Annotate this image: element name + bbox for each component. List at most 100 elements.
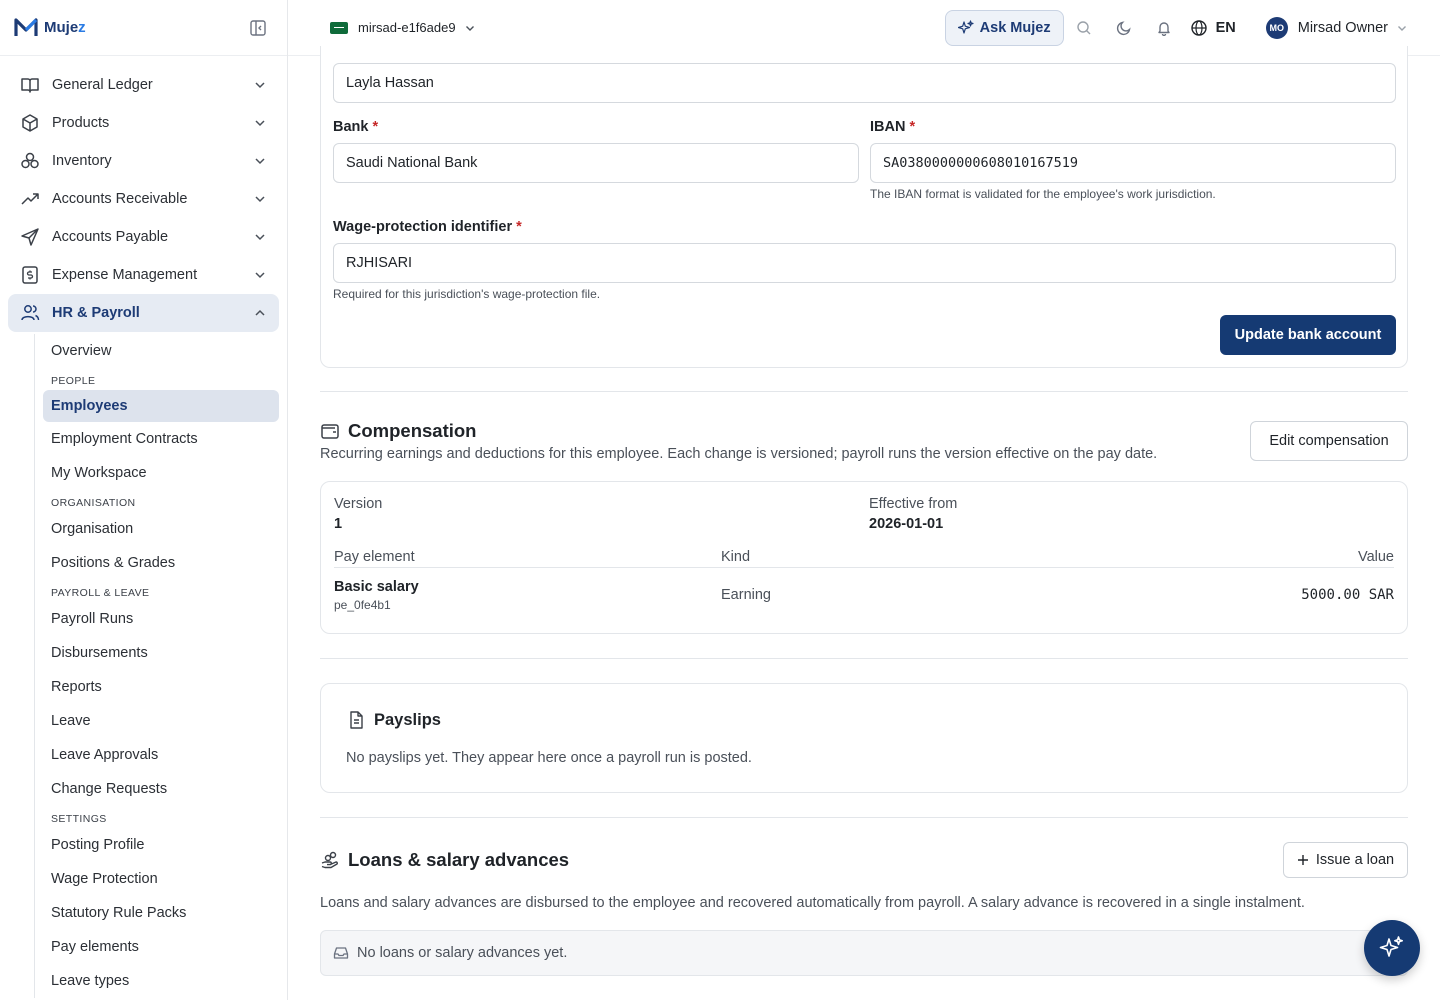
wps-hint: Required for this jurisdiction's wage-pr… xyxy=(333,287,601,301)
sidebar-nav: General Ledger Products Inventory Accoun… xyxy=(0,56,287,1000)
bank-field[interactable]: Saudi National Bank xyxy=(333,143,859,183)
chevron-down-icon xyxy=(253,230,267,244)
sidebar-item-employees[interactable]: Employees xyxy=(43,390,279,422)
payslips-title: Payslips xyxy=(346,710,441,730)
pay-element-kind: Earning xyxy=(721,587,771,603)
update-bank-account-button[interactable]: Update bank account xyxy=(1220,315,1396,355)
document-icon xyxy=(346,710,366,730)
sidebar-item-wage-protection[interactable]: Wage Protection xyxy=(43,862,279,896)
effective-from-label: Effective from xyxy=(869,496,958,512)
sidebar-item-statutory-rule-packs[interactable]: Statutory Rule Packs xyxy=(43,896,279,930)
topbar-actions: Ask Mujez EN MO Mirsad Owner xyxy=(944,9,1408,46)
hr-payroll-subnav: Overview PEOPLE Employees Employment Con… xyxy=(34,334,279,998)
bank-label: Bank * xyxy=(333,119,379,135)
issue-loan-button[interactable]: Issue a loan xyxy=(1283,842,1408,878)
sidebar-item-posting-profile[interactable]: Posting Profile xyxy=(43,828,279,862)
effective-from-value: 2026-01-01 xyxy=(869,516,944,532)
users-icon xyxy=(20,303,40,323)
sidebar-item-label: General Ledger xyxy=(52,77,153,93)
sidebar-item-payroll-runs[interactable]: Payroll Runs xyxy=(43,602,279,636)
sidebar-item-general-ledger[interactable]: General Ledger xyxy=(8,66,279,104)
sidebar-item-accounts-payable[interactable]: Accounts Payable xyxy=(8,218,279,256)
ask-mujez-button[interactable]: Ask Mujez xyxy=(944,9,1064,46)
bank-account-card: Layla Hassan Bank * Saudi National Bank I… xyxy=(320,46,1408,368)
sidebar-item-accounts-receivable[interactable]: Accounts Receivable xyxy=(8,180,279,218)
sparkles-icon xyxy=(957,19,974,36)
loans-empty-state: No loans or salary advances yet. xyxy=(320,930,1408,976)
sidebar-item-label: Inventory xyxy=(52,153,112,169)
sidebar-item-leave-approvals[interactable]: Leave Approvals xyxy=(43,738,279,772)
receipt-icon xyxy=(20,265,40,285)
sidebar-item-label: Accounts Receivable xyxy=(52,191,188,207)
avatar: MO xyxy=(1265,16,1288,39)
sidebar-item-hr-payroll[interactable]: HR & Payroll xyxy=(8,294,279,332)
sidebar-item-pay-elements[interactable]: Pay elements xyxy=(43,930,279,964)
trend-up-icon xyxy=(20,189,40,209)
sidebar-item-expense-management[interactable]: Expense Management xyxy=(8,256,279,294)
sidebar-item-label: Expense Management xyxy=(52,267,198,283)
chevron-down-icon xyxy=(464,22,476,34)
compensation-title: Compensation xyxy=(320,420,476,442)
inbox-icon xyxy=(333,945,349,961)
sidebar-collapse-icon[interactable] xyxy=(249,19,267,37)
plus-icon xyxy=(1297,854,1309,866)
moon-icon[interactable] xyxy=(1104,10,1144,46)
version-value: 1 xyxy=(334,516,343,532)
sidebar-item-positions-grades[interactable]: Positions & Grades xyxy=(43,546,279,580)
iban-value: SA0380000000608010167519 xyxy=(883,155,1079,171)
sidebar-item-disbursements[interactable]: Disbursements xyxy=(43,636,279,670)
chevron-down-icon xyxy=(253,78,267,92)
edit-compensation-button[interactable]: Edit compensation xyxy=(1250,421,1408,461)
compensation-description: Recurring earnings and deductions for th… xyxy=(320,446,1158,462)
sidebar-item-label: Products xyxy=(52,115,110,131)
sidebar-item-overview[interactable]: Overview xyxy=(43,334,279,368)
table-header-divider xyxy=(334,567,1394,568)
loans-title: Loans & salary advances xyxy=(320,849,569,871)
sidebar: Mujez General Ledger Products Inventory … xyxy=(0,0,288,1000)
sidebar-item-organisation[interactable]: Organisation xyxy=(43,512,279,546)
search-icon[interactable] xyxy=(1064,10,1104,46)
mujez-logo-icon[interactable] xyxy=(14,16,38,40)
sidebar-item-change-requests[interactable]: Change Requests xyxy=(43,772,279,806)
sidebar-item-products[interactable]: Products xyxy=(8,104,279,142)
org-switcher[interactable]: mirsad-e1f6ade9 xyxy=(330,20,476,35)
brand-header: Mujez xyxy=(0,0,287,56)
chevron-down-icon xyxy=(253,154,267,168)
section-divider xyxy=(320,817,1408,818)
language-switcher[interactable]: EN xyxy=(1190,19,1236,37)
sidebar-item-employment-contracts[interactable]: Employment Contracts xyxy=(43,422,279,456)
bank-value: Saudi National Bank xyxy=(346,155,478,171)
book-icon xyxy=(20,75,40,95)
compensation-card: Version 1 Effective from 2026-01-01 Pay … xyxy=(320,481,1408,634)
iban-label: IBAN * xyxy=(870,119,916,135)
box-icon xyxy=(20,113,40,133)
sidebar-item-my-workspace[interactable]: My Workspace xyxy=(43,456,279,490)
account-holder-field[interactable]: Layla Hassan xyxy=(333,63,1396,103)
hand-coins-icon xyxy=(320,850,340,870)
chevron-down-icon xyxy=(1396,22,1408,34)
payslips-empty-message: No payslips yet. They appear here once a… xyxy=(346,750,752,766)
sidebar-item-inventory[interactable]: Inventory xyxy=(8,142,279,180)
section-divider xyxy=(320,658,1408,659)
ask-mujez-fab[interactable] xyxy=(1364,920,1420,976)
user-menu[interactable]: MO Mirsad Owner xyxy=(1265,16,1408,39)
sidebar-item-leave[interactable]: Leave xyxy=(43,704,279,738)
iban-field[interactable]: SA0380000000608010167519 xyxy=(870,143,1396,183)
chevron-down-icon xyxy=(253,116,267,130)
boxes-icon xyxy=(20,151,40,171)
globe-icon xyxy=(1190,19,1208,37)
wps-identifier-field[interactable]: RJHISARI xyxy=(333,243,1396,283)
payslips-card: Payslips No payslips yet. They appear he… xyxy=(320,683,1408,793)
send-icon xyxy=(20,227,40,247)
column-header-value: Value xyxy=(1357,549,1394,565)
saudi-flag-icon xyxy=(330,21,348,34)
sidebar-item-leave-types[interactable]: Leave types xyxy=(43,964,279,998)
bell-icon[interactable] xyxy=(1144,10,1184,46)
pay-element-name: Basic salary xyxy=(334,579,419,595)
section-divider xyxy=(320,391,1408,392)
wps-value: RJHISARI xyxy=(346,255,413,271)
sidebar-item-reports[interactable]: Reports xyxy=(43,670,279,704)
pay-element-code: pe_0fe4b1 xyxy=(334,598,391,612)
section-organisation: ORGANISATION xyxy=(51,497,136,509)
chevron-down-icon xyxy=(253,268,267,282)
